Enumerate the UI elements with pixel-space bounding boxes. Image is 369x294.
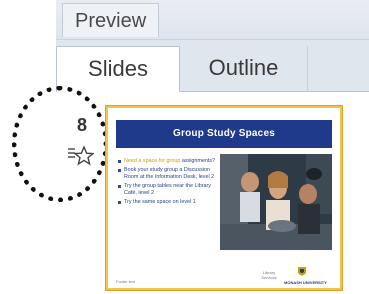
slide-footer-right: MONASH UNIVERSITY [284,280,327,285]
students-photo [220,154,332,250]
university-crest-icon [298,267,306,276]
slide-title: Group Study Spaces [116,120,332,148]
slide-canvas: Group Study Spaces Need a space for grou… [116,116,332,285]
list-item: Try the same space on level 1 [118,199,220,206]
slide-thumbnail[interactable]: Group Study Spaces Need a space for grou… [106,106,342,290]
tab-outline[interactable]: Outline [180,46,308,92]
preview-tab-bar: Preview [56,0,369,40]
slide-number: 8 [76,115,87,135]
slide-bullets: Need a space for group assignments? Book… [118,158,220,208]
list-item: Try the group tables near the Library Ca… [118,183,220,197]
tab-slides[interactable]: Slides [56,46,180,93]
star-icon[interactable] [66,144,94,168]
slides-pane-screenshot: Preview Slides Outline 8 Group Study Spa… [0,0,369,294]
slide-footer-left: Footer text [116,279,136,284]
slide-footer-mid: Library Services [261,270,277,280]
preview-tab[interactable]: Preview [62,3,160,37]
pane-tabstrip: Slides Outline [56,40,369,93]
list-item: Book your study group a Discussion Room … [118,167,220,181]
list-item: Need a space for group assignments? [118,158,220,165]
